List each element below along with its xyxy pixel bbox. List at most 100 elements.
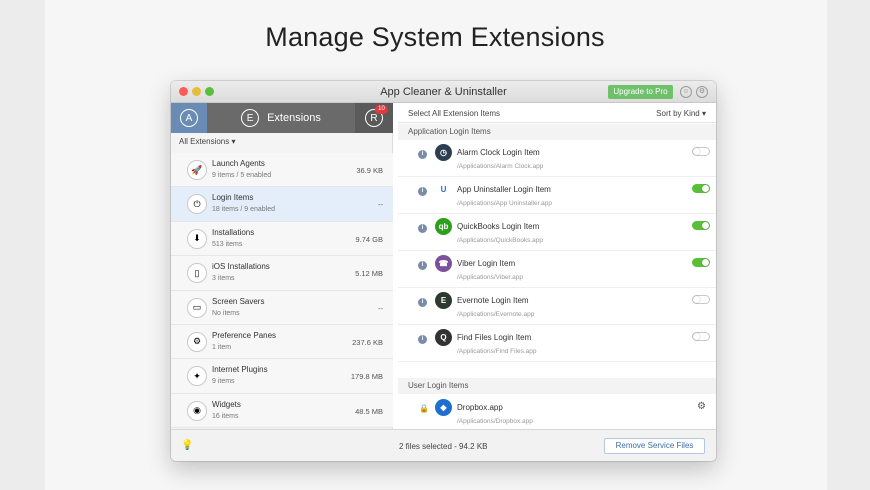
section-user-login-items: User Login Items [398,378,716,394]
extension-type-name: Installations [212,227,255,237]
login-item-name: Viber Login Item [457,259,516,268]
lock-icon: 🔒 [419,404,429,413]
upgrade-button[interactable]: Upgrade to Pro [608,85,673,99]
apps-icon: A [180,109,198,127]
chevron-down-icon: ▾ [231,137,236,146]
info-icon[interactable]: i [418,187,427,196]
login-item-path: /Applications/App Uninstaller.app [457,200,553,207]
login-item-path: /Applications/Viber.app [457,274,524,281]
alarm-clock-icon: ◷ [435,144,452,161]
login-item-toggle[interactable] [692,184,710,193]
tab-applications[interactable]: A [171,103,207,133]
extension-type-item[interactable]: ◉ Widgets 16 items 48.5 MB [171,393,393,429]
info-icon[interactable]: i [418,335,427,344]
login-item-path: /Applications/Evernote.app [457,311,535,318]
viber-icon: ☎ [435,255,452,272]
lightbulb-icon[interactable]: 💡 [181,440,193,451]
sort-dropdown[interactable]: Sort by Kind ▾ [656,109,706,118]
info-icon[interactable]: i [418,298,427,307]
title-bar: App Cleaner & Uninstaller Upgrade to Pro… [171,81,716,103]
tab-bar: A E Extensions R 10 [171,103,393,133]
login-item-path: /Applications/QuickBooks.app [457,237,543,244]
extension-type-name: Launch Agents [212,159,265,168]
login-item-row[interactable]: i ☎ Viber Login Item/Applications/Viber.ap… [398,251,716,288]
extension-type-size: -- [378,200,383,210]
settings-icon: ⚙ [187,331,207,352]
plugin-icon: ✦ [187,366,207,387]
extension-type-size: -- [378,303,383,313]
download-icon: ⬇ [187,228,207,249]
extension-type-size: 5.12 MB [355,269,383,279]
filter-dropdown[interactable]: All Extensions ▾ [179,137,236,146]
extension-type-size: 48.5 MB [355,406,383,416]
extension-items-panel: Select All Extension Items Sort by Kind … [398,103,716,453]
gear-icon[interactable]: ⚙ [697,401,706,412]
login-item-toggle[interactable] [692,332,710,341]
login-item-path: /Applications/Alarm Clock.app [457,163,544,170]
extension-type-count: 18 items / 9 enabled [212,206,276,214]
extension-type-count: No items [212,309,240,317]
extension-type-item[interactable]: 🚀 Launch Agents 9 items / 5 enabled 36.9 KB [171,153,393,188]
extension-type-count: 1 item [212,343,232,351]
chevron-down-icon: ▾ [699,109,706,118]
extension-type-name: Internet Plugins [212,365,268,375]
login-item-row[interactable]: i E Evernote Login Item/Applications/Evern… [398,288,716,325]
sort-label: Sort by Kind [656,109,700,118]
section-application-login-items: Application Login Items [398,124,716,140]
extension-type-size: 9.74 GB [355,234,383,244]
quickbooks-icon: qb [435,218,452,235]
user-item-path: /Applications/Dropbox.app [457,418,533,425]
extension-type-count: 513 items [212,240,243,248]
login-item-toggle[interactable] [692,258,710,267]
login-item-name: App Uninstaller Login Item [457,185,551,194]
login-item-name: Find Files Login Item [457,333,532,342]
extension-type-item[interactable]: ⬇ Installations 513 items 9.74 GB [171,221,393,257]
extension-type-item[interactable]: ▭ Screen Savers No items -- [171,290,393,325]
login-item-name: Alarm Clock Login Item [457,148,540,157]
login-item-toggle[interactable] [692,221,710,230]
evernote-icon: E [435,292,452,309]
extension-type-name: Widgets [212,399,241,409]
info-icon[interactable]: i [418,224,427,233]
login-item-toggle[interactable] [692,147,710,156]
widget-icon: ◉ [187,400,207,421]
settings-icon[interactable]: ⚙ [696,86,708,98]
extension-type-count: 3 items [212,275,235,283]
login-item-row[interactable]: i qb QuickBooks Login Item/Applications/Qu… [398,214,716,251]
selection-status: 2 files selected - 94.2 KB [399,442,488,451]
magnet-icon: U [435,181,452,198]
login-item-name: QuickBooks Login Item [457,222,540,231]
extension-type-name: Screen Savers [212,296,265,306]
headline: Manage System Extensions [265,22,605,52]
find-files-icon: Q [435,329,452,346]
user-login-item-row[interactable]: 🔒 ◆ Dropbox.app/Applications/Dropbox.app ⚙ [398,395,716,432]
login-item-path: /Applications/Find Files.app [457,348,537,355]
remove-service-files-button[interactable]: Remove Service Files [604,438,705,454]
app-window: App Cleaner & Uninstaller Upgrade to Pro… [171,81,716,461]
extension-type-list: 🚀 Launch Agents 9 items / 5 enabled 36.9 KB… [171,153,393,429]
info-icon[interactable]: i [418,261,427,270]
extensions-icon: E [241,109,260,127]
monitor-icon: ▭ [187,297,207,318]
extension-type-size: 237.6 KB [352,337,383,347]
rocket-icon: 🚀 [187,160,207,180]
login-item-row[interactable]: i ◷ Alarm Clock Login Item/Applications/Al… [398,140,716,177]
login-item-toggle[interactable] [692,295,710,304]
login-item-name: Evernote Login Item [457,296,529,305]
extension-type-count: 16 items [212,412,239,420]
dropbox-icon: ◆ [435,399,452,416]
extension-type-item[interactable]: ▯ iOS Installations 3 items 5.12 MB [171,256,393,291]
tab-extensions-label: Extensions [267,112,321,124]
extension-type-item[interactable]: ⏻ Login Items 18 items / 9 enabled -- [171,187,393,222]
select-all-checkbox[interactable]: Select All Extension Items [408,109,500,118]
extension-type-item[interactable]: ✦ Internet Plugins 9 items 179.8 MB [171,359,393,394]
phone-icon: ▯ [187,263,207,284]
smile-icon[interactable]: ☺ [680,86,692,98]
items-header: Select All Extension Items Sort by Kind … [398,103,716,123]
filter-label: All Extensions [179,137,230,146]
info-icon[interactable]: i [418,150,427,159]
tab-extensions[interactable]: E Extensions [207,103,355,133]
extension-type-item[interactable]: ⚙ Preference Panes 1 item 237.6 KB [171,324,393,360]
login-item-row[interactable]: i Q Find Files Login Item/Applications/Fin… [398,325,716,362]
login-item-row[interactable]: i U App Uninstaller Login Item/Application… [398,177,716,214]
